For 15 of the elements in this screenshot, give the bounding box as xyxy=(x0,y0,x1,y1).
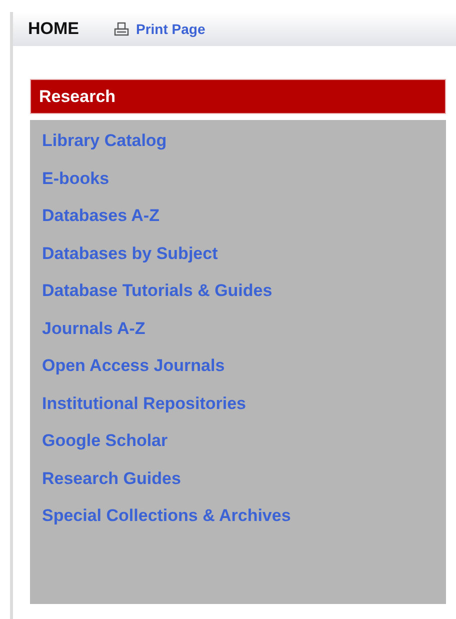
print-page-link[interactable]: Print Page xyxy=(136,21,206,37)
menu-link[interactable]: Databases A-Z xyxy=(42,202,160,230)
menu-link[interactable]: Databases by Subject xyxy=(42,240,218,268)
menu-link[interactable]: Institutional Repositories xyxy=(42,390,246,418)
menu-link[interactable]: E-books xyxy=(42,164,110,192)
menu-link[interactable]: Database Tutorials & Guides xyxy=(42,277,272,305)
home-link[interactable]: HOME xyxy=(28,19,79,39)
menu-link[interactable]: Open Access Journals xyxy=(42,352,225,380)
menu-link[interactable]: Special Collections & Archives xyxy=(42,502,291,530)
menu-link[interactable]: Research Guides xyxy=(42,464,181,492)
menu-link[interactable]: Google Scholar xyxy=(42,427,168,455)
printer-icon[interactable] xyxy=(114,22,129,36)
menu-title: Research xyxy=(30,79,446,114)
menu-link[interactable]: Journals A-Z xyxy=(42,314,146,342)
menu-link[interactable]: Library Catalog xyxy=(42,127,167,155)
